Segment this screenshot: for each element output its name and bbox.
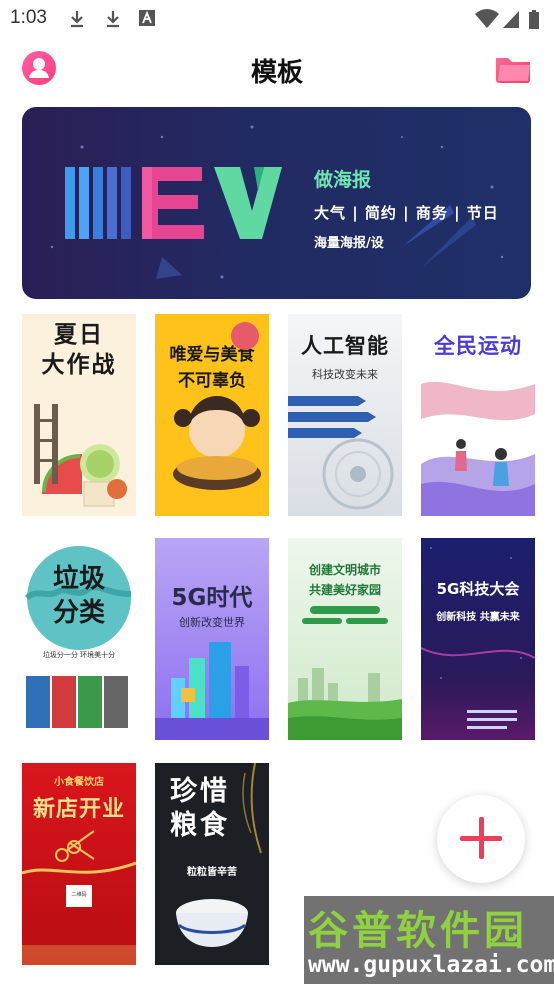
download-icon	[107, 11, 119, 28]
conference-art	[421, 547, 535, 729]
template-title: 人工智能	[301, 334, 389, 358]
template-card-summer[interactable]: 夏日 大作战	[22, 314, 136, 516]
template-title: 全民运动	[434, 334, 522, 358]
city-5g-art	[155, 642, 269, 740]
app-header: 模板	[0, 36, 554, 100]
template-title: 垃圾 分类	[52, 564, 105, 628]
page-title: 模板	[250, 58, 303, 88]
template-card-civic-city[interactable]: 创建文明城市 共建美好家园	[288, 538, 402, 740]
template-title: 5G科技大会	[436, 580, 520, 598]
template-card-5g-conference[interactable]: 5G科技大会 创新科技 共赢未来	[421, 538, 535, 740]
status-time: 1:03	[10, 7, 47, 28]
signal-icon	[503, 11, 519, 28]
template-title: 夏日 大作战	[41, 322, 117, 378]
qr-code-label: 二维码	[71, 892, 87, 898]
template-title: 唯爱与美食 不可辜负	[169, 345, 255, 391]
template-card-cherish-food[interactable]: 珍惜 粮食 粒粒皆辛苦	[155, 763, 269, 965]
template-card-food[interactable]: 唯爱与美食 不可辜负	[155, 314, 269, 516]
watermark-brand: 谷普软件园	[308, 908, 528, 954]
banner-caption: 海量海报/设	[314, 236, 384, 251]
banner-text: 做海报 大气 | 简约 | 商务 | 节日 海量海报/设	[314, 165, 499, 251]
font-app-icon	[139, 10, 155, 26]
battery-icon	[529, 10, 539, 29]
template-card-recycling[interactable]: 垃圾 分类 垃圾分一分 环境美十分	[22, 538, 136, 740]
template-subtitle: 粒粒皆辛苦	[187, 867, 237, 878]
template-card-ai[interactable]: 人工智能 科技改变未来	[288, 314, 402, 516]
folder-icon[interactable]	[494, 52, 532, 84]
banner-tags: 大气 | 简约 | 商务 | 节日	[314, 204, 499, 222]
template-title: 珍惜 粮食	[170, 776, 230, 841]
template-card-sports[interactable]: 全民运动	[421, 314, 535, 516]
template-subtitle: 创新改变世界	[179, 616, 245, 629]
banner-headline: 做海报	[314, 169, 372, 191]
template-card-5g-era[interactable]: 5G时代 创新改变世界	[155, 538, 269, 740]
template-title: 新店开业	[32, 797, 125, 822]
template-subtitle: 科技改变未来	[312, 368, 378, 381]
watermark-url: www.gupuxlazai.com	[308, 952, 554, 978]
wifi-icon	[475, 9, 499, 28]
template-subtitle: 创新科技 共赢未来	[436, 612, 520, 623]
status-bar: 1:03	[0, 0, 554, 36]
add-template-button[interactable]	[437, 795, 525, 883]
promo-banner[interactable]: 做海报 大气 | 简约 | 商务 | 节日 海量海报/设	[22, 107, 531, 299]
download-icon	[71, 11, 83, 28]
template-card-grand-opening[interactable]: 小食餐饮店 新店开业 二维码	[22, 763, 136, 965]
watermark-overlay: 谷普软件园 www.gupuxlazai.com	[304, 896, 554, 984]
template-title: 创建文明城市 共建美好家园	[308, 563, 381, 597]
template-subtitle: 垃圾分一分 环境美十分	[42, 651, 116, 659]
template-subtitle: 小食餐饮店	[54, 777, 104, 788]
template-title: 5G时代	[171, 585, 253, 611]
